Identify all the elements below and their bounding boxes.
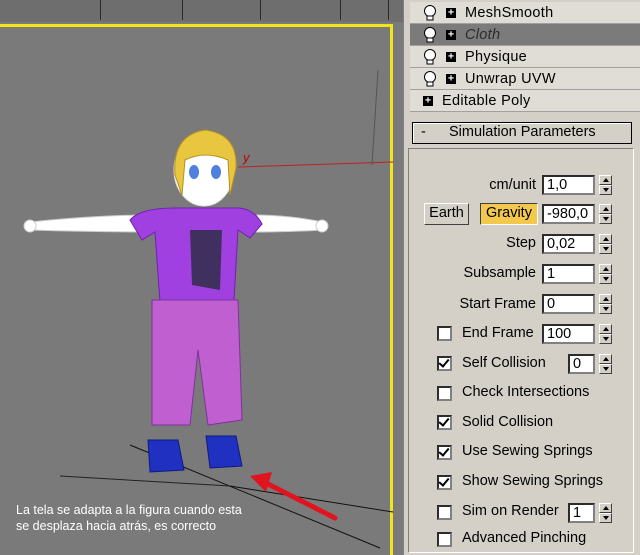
stack-item-label: Editable Poly (442, 92, 531, 109)
stack-item-label: Unwrap UVW (465, 70, 556, 87)
sim-on-render-field[interactable] (568, 503, 595, 523)
viewport-caption: La tela se adapta a la figura cuando est… (16, 503, 242, 533)
simulation-parameters-rollout-header[interactable]: - Simulation Parameters (412, 122, 632, 144)
subsample-field[interactable] (542, 264, 595, 284)
start-frame-spinner[interactable] (599, 294, 612, 314)
annotation-arrow (250, 472, 338, 521)
stack-item-label: Physique (465, 48, 528, 65)
earth-button[interactable]: Earth (424, 203, 469, 225)
start-frame-label: Start Frame (459, 296, 536, 312)
expand-icon[interactable]: + (446, 73, 456, 84)
end-frame-checkbox[interactable] (437, 326, 452, 341)
step-label: Step (506, 235, 536, 251)
advanced-pinching-label: Advanced Pinching (462, 530, 587, 546)
stack-item-editable-poly[interactable]: + Editable Poly (410, 90, 640, 112)
lightbulb-icon[interactable] (422, 4, 438, 22)
use-sewing-springs-label: Use Sewing Springs (462, 443, 593, 459)
self-collision-label: Self Collision (462, 355, 546, 371)
y-axis-label: y (243, 150, 250, 165)
gravity-field[interactable] (542, 204, 595, 224)
lightbulb-icon[interactable] (422, 70, 438, 88)
ground-grid-line (59, 475, 231, 487)
self-collision-spinner[interactable] (599, 354, 612, 374)
scene-render (23, 69, 394, 549)
grid-line (371, 69, 379, 166)
sim-on-render-spinner[interactable] (599, 503, 612, 523)
use-sewing-springs-checkbox[interactable] (437, 445, 452, 460)
subsample-spinner[interactable] (599, 264, 612, 284)
end-frame-label: End Frame (462, 325, 534, 341)
cm-unit-field[interactable] (542, 175, 595, 195)
self-collision-checkbox[interactable] (437, 356, 452, 371)
subsample-label: Subsample (463, 265, 536, 281)
stack-item-label: MeshSmooth (465, 4, 554, 21)
stack-item-label: Cloth (465, 26, 501, 43)
stack-item-meshsmooth[interactable]: + MeshSmooth (410, 2, 640, 24)
show-sewing-springs-label: Show Sewing Springs (462, 473, 604, 489)
expand-icon[interactable]: + (446, 29, 456, 40)
stack-item-unwrap-uvw[interactable]: + Unwrap UVW (410, 68, 640, 90)
lightbulb-icon[interactable] (422, 26, 438, 44)
y-axis-line (237, 161, 394, 168)
collapse-icon: - (421, 124, 426, 140)
solid-collision-label: Solid Collision (462, 414, 554, 430)
character-mesh (23, 129, 329, 473)
lightbulb-icon[interactable] (422, 48, 438, 66)
self-collision-field[interactable] (568, 354, 595, 374)
solid-collision-checkbox[interactable] (437, 415, 452, 430)
rollout-title: Simulation Parameters (449, 124, 596, 140)
advanced-pinching-checkbox[interactable] (437, 532, 452, 547)
cm-unit-label: cm/unit (489, 177, 536, 193)
sim-on-render-checkbox[interactable] (437, 505, 452, 520)
expand-icon[interactable]: + (446, 7, 456, 18)
expand-icon[interactable]: + (446, 51, 456, 62)
check-intersections-label: Check Intersections (462, 384, 590, 400)
show-sewing-springs-checkbox[interactable] (437, 475, 452, 490)
step-field[interactable] (542, 234, 595, 254)
expand-icon[interactable]: + (423, 95, 433, 106)
perspective-viewport[interactable]: y La tela se adapta a la figura cuando e… (0, 0, 403, 555)
check-intersections-checkbox[interactable] (437, 386, 452, 401)
stack-item-cloth[interactable]: + Cloth (410, 24, 640, 46)
gravity-spinner[interactable] (599, 204, 612, 224)
start-frame-field[interactable] (542, 294, 595, 314)
stack-item-physique[interactable]: + Physique (410, 46, 640, 68)
end-frame-spinner[interactable] (599, 324, 612, 344)
step-spinner[interactable] (599, 234, 612, 254)
end-frame-field[interactable] (542, 324, 595, 344)
sim-on-render-label: Sim on Render (462, 503, 559, 519)
gravity-button[interactable]: Gravity (480, 203, 538, 225)
cm-unit-spinner[interactable] (599, 175, 612, 195)
